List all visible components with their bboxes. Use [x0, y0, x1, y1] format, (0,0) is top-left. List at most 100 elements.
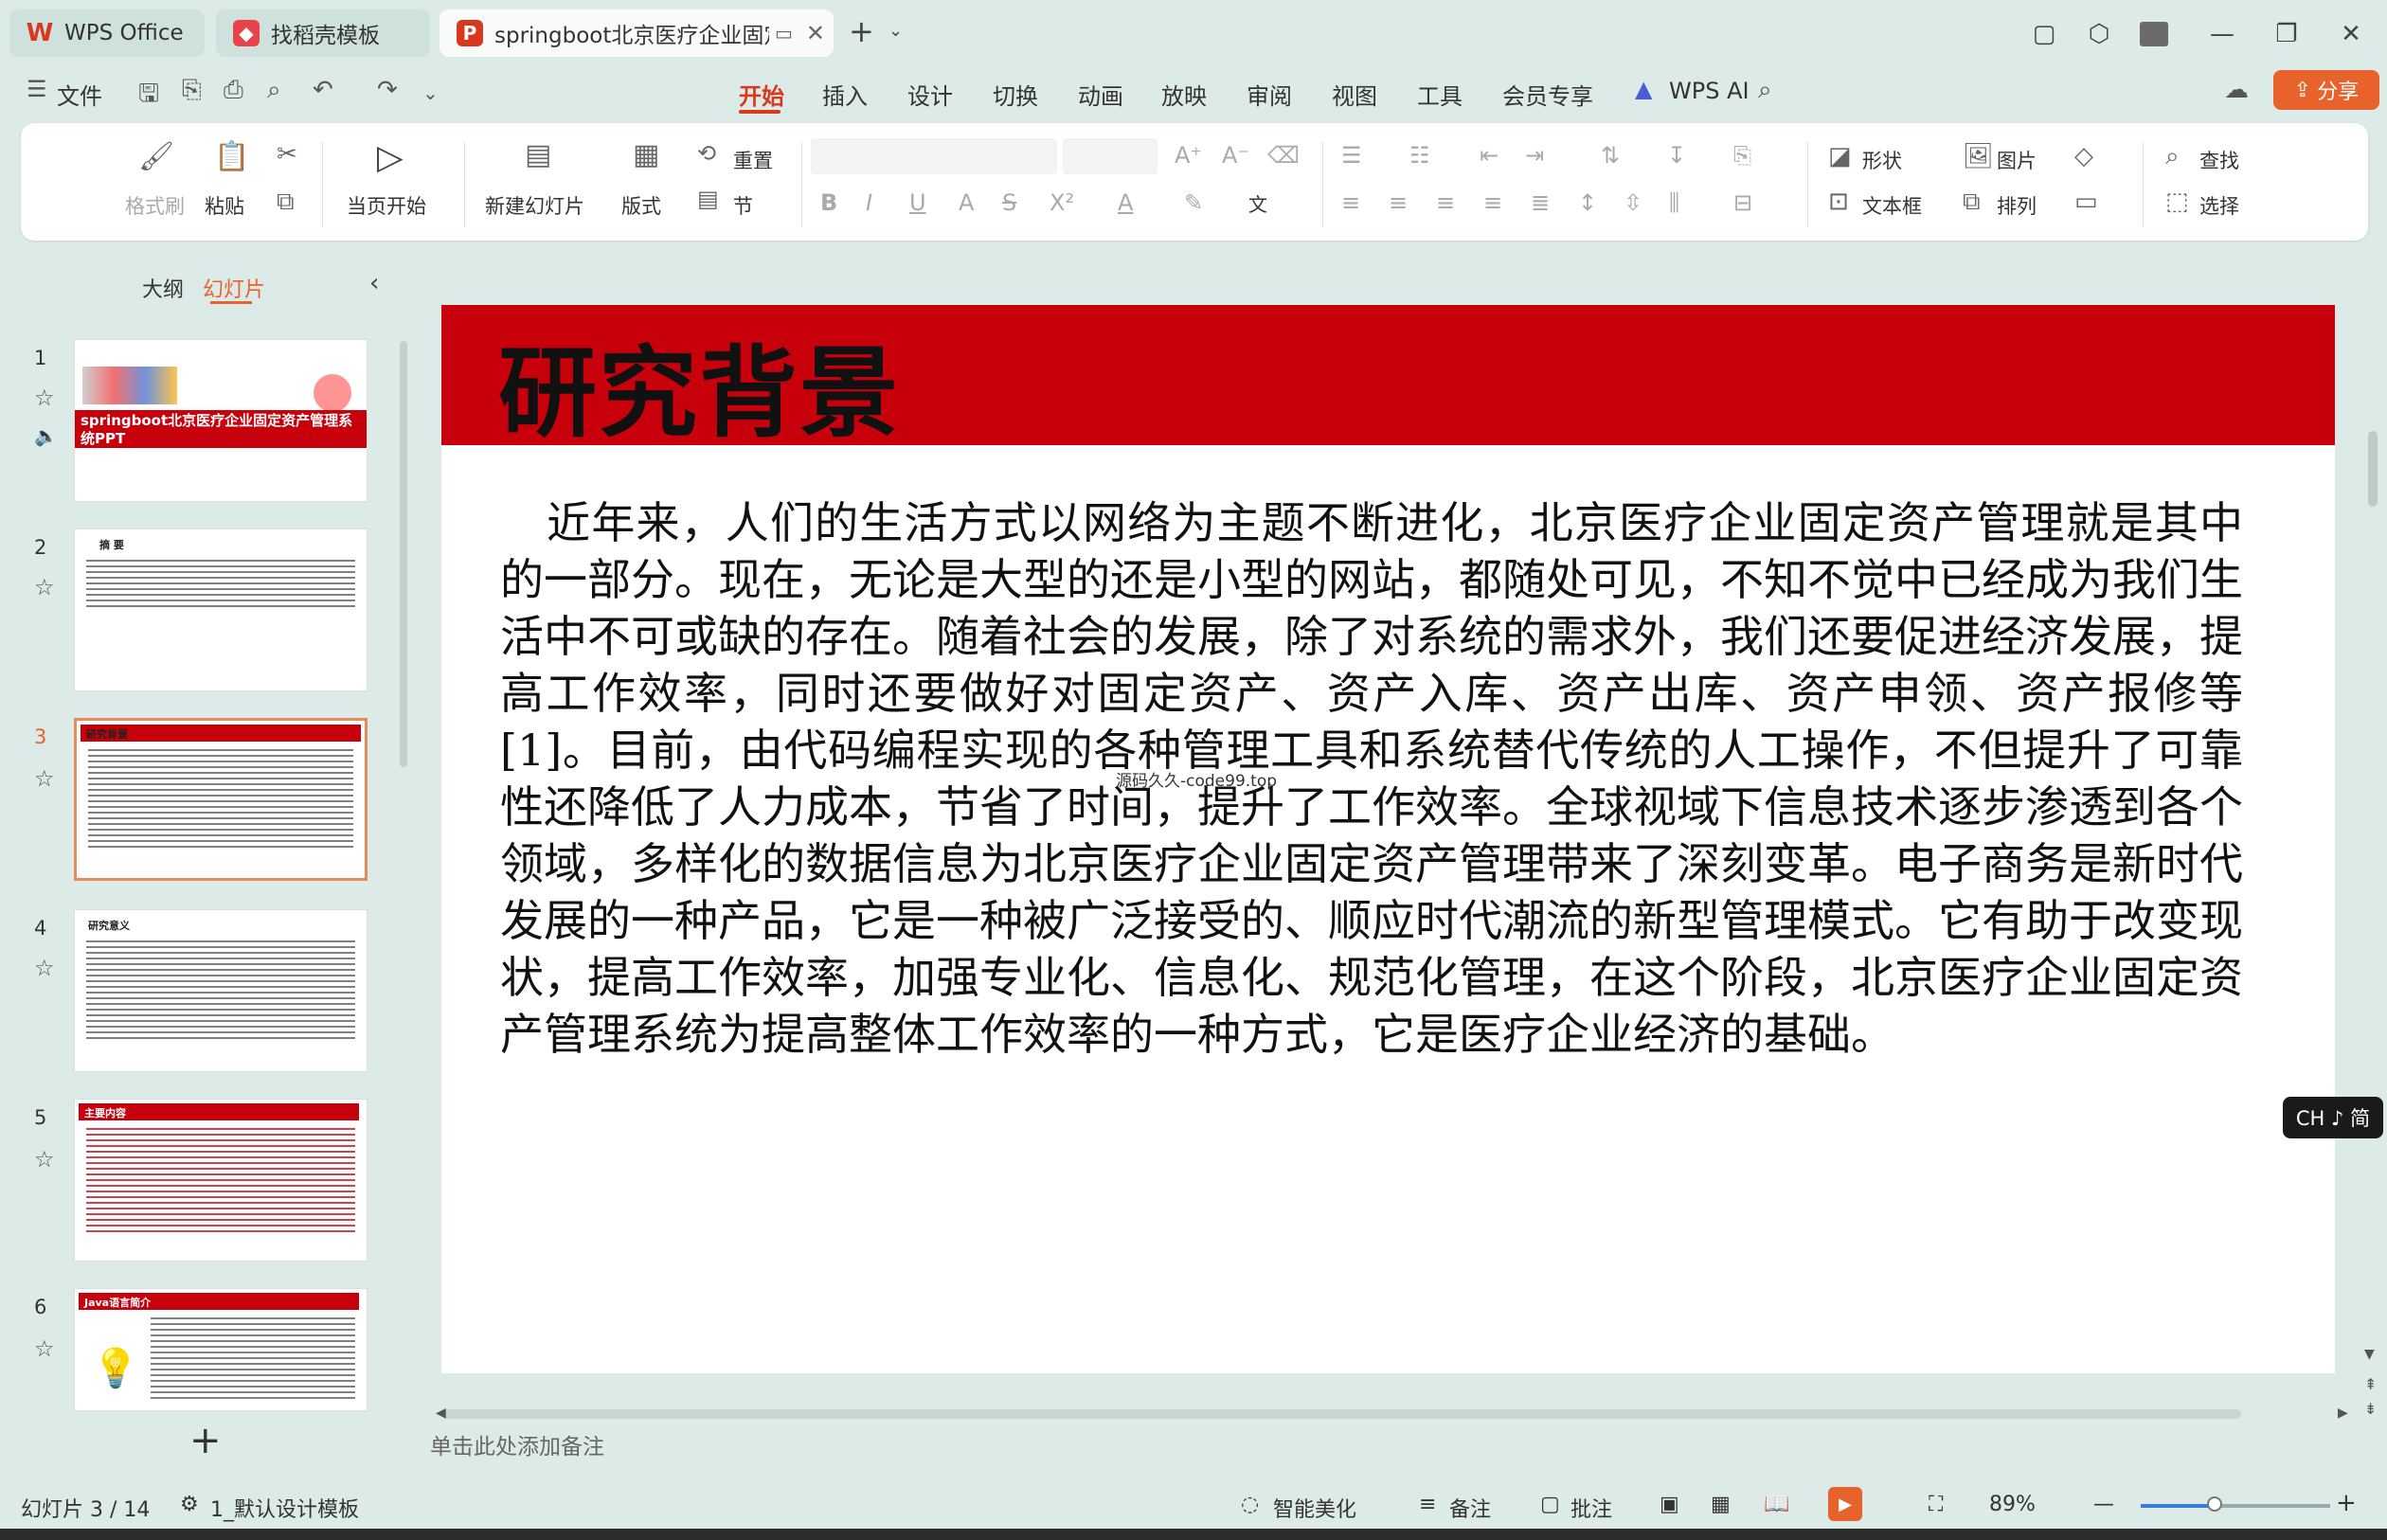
menu-member[interactable]: 会员专享: [1502, 78, 1593, 111]
close-tab-icon[interactable]: ✕: [806, 20, 825, 46]
tab-list-chevron-icon[interactable]: ⌄: [888, 21, 903, 41]
fill-icon[interactable]: ◇: [2074, 142, 2093, 170]
share-button[interactable]: ⇪ 分享: [2273, 70, 2379, 110]
layout-icon[interactable]: ▦: [633, 138, 659, 171]
menu-insert[interactable]: 插入: [822, 78, 868, 111]
menu-transition[interactable]: 切换: [993, 78, 1038, 111]
slide-thumbnail-6[interactable]: Java语言简介 💡: [74, 1288, 368, 1411]
scroll-down-icon[interactable]: ▼: [2364, 1347, 2375, 1362]
add-slide-button[interactable]: +: [189, 1419, 222, 1462]
menu-file[interactable]: 文件: [57, 78, 102, 111]
layout-button[interactable]: 版式: [621, 191, 661, 220]
italic-icon[interactable]: I: [866, 189, 872, 216]
print-icon[interactable]: ⎙: [224, 76, 243, 105]
horizontal-scrollbar[interactable]: [441, 1409, 2241, 1419]
menu-slideshow[interactable]: 放映: [1161, 78, 1207, 111]
bold-icon[interactable]: B: [820, 189, 837, 216]
convert-icon[interactable]: ⎘: [1733, 142, 1751, 169]
line-spacing-icon[interactable]: ↕: [1578, 189, 1597, 216]
menu-home[interactable]: 开始: [739, 78, 784, 111]
sort-icon[interactable]: ↧: [1667, 142, 1686, 169]
shrink-font-icon[interactable]: A⁻: [1222, 142, 1249, 169]
notes-placeholder[interactable]: 单击此处添加备注: [430, 1428, 604, 1460]
menu-tools[interactable]: 工具: [1417, 78, 1463, 111]
copy-icon[interactable]: ⧉: [277, 188, 295, 217]
superscript-icon[interactable]: X²: [1050, 189, 1074, 216]
align-right-icon[interactable]: ≡: [1436, 189, 1455, 216]
collapse-panel-icon[interactable]: ‹: [369, 269, 379, 297]
bullets-icon[interactable]: ☰: [1341, 142, 1362, 169]
grow-font-icon[interactable]: A⁺: [1175, 142, 1202, 169]
from-current-button[interactable]: 当页开始: [347, 191, 426, 220]
monitor-icon[interactable]: ▭: [775, 22, 793, 45]
menu-review[interactable]: 审阅: [1247, 78, 1292, 111]
restore-icon[interactable]: ❐: [2268, 15, 2306, 53]
textbox-button[interactable]: 文本框: [1862, 191, 1922, 220]
slide-thumbnail-3[interactable]: 研究背景: [74, 718, 368, 881]
phonetic-icon[interactable]: 文: [1248, 189, 1267, 217]
star-icon[interactable]: ☆: [34, 955, 55, 981]
play-slideshow-button[interactable]: ▶: [1828, 1487, 1862, 1521]
scroll-right-icon[interactable]: ▶: [2338, 1406, 2348, 1421]
save-icon[interactable]: 🖫: [138, 76, 159, 117]
strikethrough-icon[interactable]: S: [1002, 189, 1016, 216]
more-chevron-icon[interactable]: ⌄: [422, 81, 439, 104]
ime-indicator[interactable]: CH ♪ 简: [2283, 1097, 2383, 1138]
slide-thumbnail-2[interactable]: 摘 要: [74, 528, 368, 691]
template-name[interactable]: 1_默认设计模板: [210, 1493, 359, 1523]
zoom-out-icon[interactable]: —: [2093, 1493, 2114, 1516]
star-icon[interactable]: ☆: [34, 765, 55, 792]
shape-button[interactable]: 形状: [1862, 146, 1902, 174]
avatar[interactable]: [2135, 15, 2173, 53]
cube-icon[interactable]: ⬡: [2080, 15, 2118, 53]
star-icon[interactable]: ☆: [34, 574, 55, 600]
picture-icon[interactable]: 🖼: [1963, 142, 1994, 170]
slide-thumbnail-1[interactable]: springboot北京医疗企业固定资产管理系统PPT: [74, 339, 368, 502]
layout-icon[interactable]: ▢: [2025, 15, 2063, 53]
format-brush-icon[interactable]: 🖌: [138, 140, 174, 173]
prev-slide-icon[interactable]: ⇞: [2364, 1375, 2377, 1393]
tab-slides[interactable]: 幻灯片: [203, 273, 265, 303]
reading-view-icon[interactable]: 📖: [1764, 1493, 1789, 1516]
tab-outline[interactable]: 大纲: [142, 273, 184, 303]
find-button[interactable]: 查找: [2199, 146, 2239, 174]
notes-button[interactable]: 备注: [1449, 1493, 1491, 1523]
decrease-indent-icon[interactable]: ⇤: [1480, 142, 1499, 169]
paste-button[interactable]: 粘贴: [205, 191, 244, 220]
zoom-slider-knob[interactable]: [2207, 1496, 2222, 1512]
slide-title[interactable]: 研究背景: [498, 313, 900, 456]
hamburger-icon[interactable]: ☰: [27, 76, 47, 102]
underline-icon[interactable]: U: [909, 189, 926, 216]
slide-sorter-icon[interactable]: ▦: [1711, 1493, 1731, 1516]
text-direction-icon[interactable]: ⇅: [1601, 142, 1620, 169]
undo-icon[interactable]: ↶: [313, 76, 333, 104]
new-slide-icon[interactable]: ▤: [525, 138, 551, 171]
new-tab-button[interactable]: +: [849, 13, 874, 49]
star-icon[interactable]: ☆: [34, 1146, 55, 1173]
cut-icon[interactable]: ✂: [277, 140, 297, 169]
reset-icon[interactable]: ⟲: [697, 140, 716, 167]
shape-icon[interactable]: ◪: [1828, 142, 1852, 170]
new-slide-button[interactable]: 新建幻灯片: [485, 191, 584, 220]
menu-animation[interactable]: 动画: [1078, 78, 1123, 111]
redo-icon[interactable]: ↷: [377, 76, 398, 104]
outline-icon[interactable]: ▭: [2074, 188, 2098, 216]
export-icon[interactable]: ⎘: [182, 76, 202, 105]
section-button[interactable]: 节: [733, 191, 753, 220]
paragraph-spacing-icon[interactable]: ⇳: [1624, 189, 1642, 216]
tab-template-store[interactable]: ◆ 找稻壳模板: [216, 9, 430, 57]
select-icon[interactable]: ⬚: [2165, 188, 2189, 216]
slide-thumbnail-4[interactable]: 研究意义: [74, 909, 368, 1072]
font-family-select[interactable]: [811, 138, 1057, 174]
star-icon[interactable]: ☆: [34, 385, 55, 411]
reset-button[interactable]: 重置: [733, 146, 773, 174]
align-left-icon[interactable]: ≡: [1341, 189, 1360, 216]
minimize-icon[interactable]: —: [2203, 15, 2241, 53]
comment-button[interactable]: 批注: [1570, 1493, 1612, 1523]
zoom-level[interactable]: 89%: [1989, 1493, 2036, 1516]
fit-window-icon[interactable]: ⛶: [1929, 1493, 1943, 1516]
star-icon[interactable]: ☆: [34, 1335, 55, 1362]
normal-view-icon[interactable]: ▣: [1660, 1493, 1679, 1516]
menu-view[interactable]: 视图: [1332, 78, 1377, 111]
picture-button[interactable]: 图片: [1997, 146, 2037, 174]
